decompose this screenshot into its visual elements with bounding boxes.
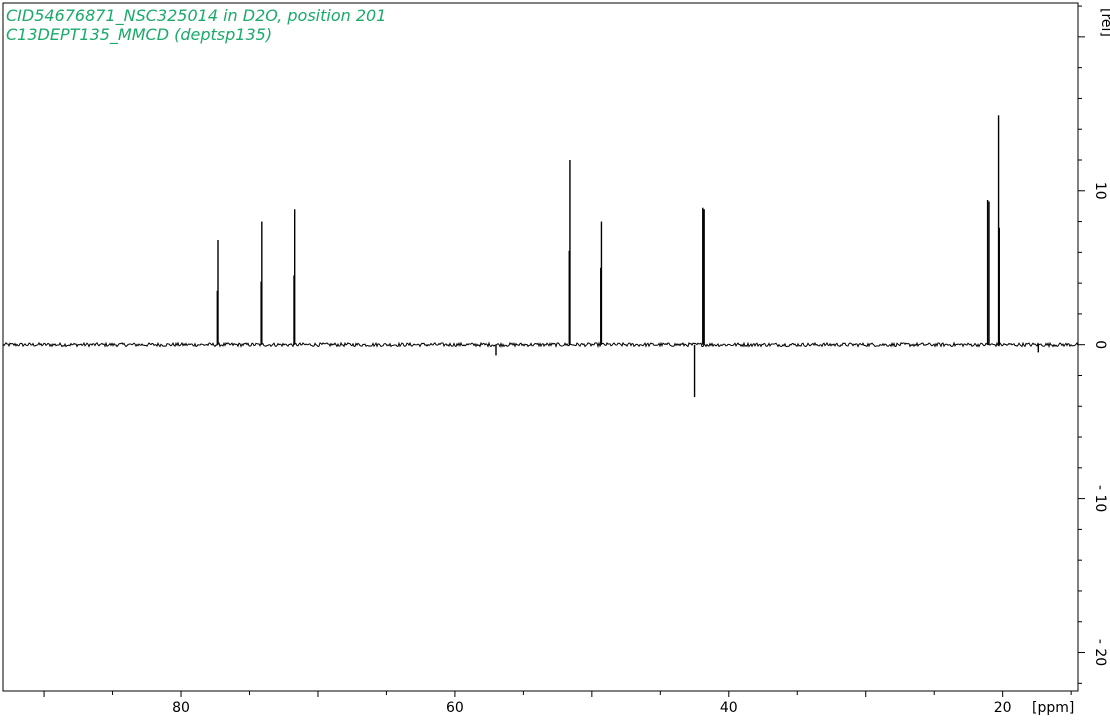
y-tick-label: 10 — [1092, 182, 1108, 200]
x-tick-label: 60 — [446, 700, 464, 716]
y-tick-label: - 20 — [1092, 639, 1108, 666]
x-tick-label: 40 — [720, 700, 738, 716]
title-line-2: C13DEPT135_MMCD (deptsp135) — [6, 25, 272, 45]
y-axis: 10 0 - 10 - 20 — [1078, 5, 1108, 684]
nmr-spectrum-chart: CID54676871_NSC325014 in D2O, position 2… — [2, 2, 1110, 716]
title-line-1: CID54676871_NSC325014 in D2O, position 2… — [6, 6, 386, 26]
x-tick-label: 80 — [172, 700, 190, 716]
plot-frame — [2, 2, 1079, 692]
y-tick-label: 0 — [1092, 340, 1108, 349]
x-axis: 80 60 40 20 — [43, 691, 1072, 716]
y-unit-label: [rel] — [1098, 8, 1110, 37]
x-unit-label: [ppm] — [1032, 700, 1074, 716]
baseline-noise — [2, 341, 1079, 349]
spectrum-trace — [2, 115, 1079, 398]
x-tick-label: 20 — [994, 700, 1012, 716]
y-tick-label: - 10 — [1092, 485, 1108, 512]
